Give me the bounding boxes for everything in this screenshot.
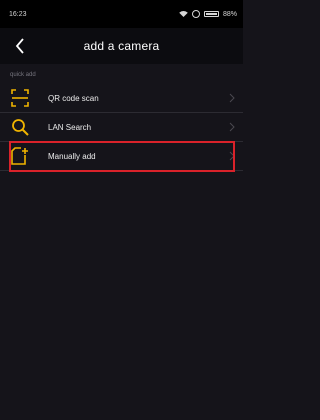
status-time: 16:23 (9, 10, 27, 18)
back-button[interactable] (10, 36, 30, 56)
battery-level: 88% (222, 10, 237, 18)
chevron-right-icon (229, 93, 235, 103)
search-icon (12, 119, 29, 136)
add-method-list: QR code scan LAN Search Manually add (0, 84, 243, 171)
page-title: add a camera (83, 39, 160, 53)
qr-scan-icon (11, 89, 29, 107)
add-document-icon (11, 147, 28, 165)
chevron-left-icon (15, 38, 24, 54)
manually-add-item[interactable]: Manually add (0, 142, 243, 171)
section-label: quick add (10, 72, 36, 78)
qr-code-scan-item[interactable]: QR code scan (0, 84, 243, 113)
alarm-icon (191, 10, 200, 18)
lan-search-item[interactable]: LAN Search (0, 113, 243, 142)
lan-search-label: LAN Search (48, 122, 92, 132)
chevron-right-icon (229, 122, 235, 132)
status-bar: 16:23 88% (0, 0, 243, 28)
chevron-right-icon (229, 151, 235, 161)
nav-bar: add a camera (0, 28, 243, 64)
manually-add-label: Manually add (48, 151, 96, 161)
battery-icon (203, 11, 219, 17)
qr-code-scan-label: QR code scan (48, 93, 99, 103)
wifi-icon (179, 11, 188, 17)
status-icons: 88% (179, 10, 237, 18)
